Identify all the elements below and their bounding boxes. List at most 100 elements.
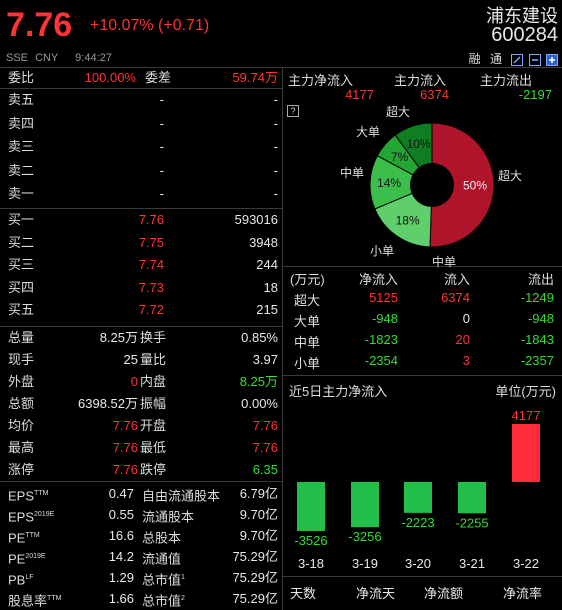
fundamental-label-text: EPS xyxy=(8,509,35,525)
plus-icon[interactable] xyxy=(546,53,558,66)
flow-row-out: -1249 xyxy=(520,290,554,305)
through-badge[interactable]: 通 xyxy=(490,52,502,66)
help-icon[interactable]: ? xyxy=(287,105,299,117)
fundamental-label-text: 总市值 xyxy=(142,593,182,609)
flow-row-in: 0 xyxy=(462,311,470,326)
fundamental-label-text: 总股本 xyxy=(142,530,182,546)
header-icons: 融 通 xyxy=(469,50,558,66)
flow-pie-chart: 50%18%14%7%10% 超大 xyxy=(369,122,495,248)
ask-label: 卖四 xyxy=(8,115,35,131)
fundamental-label-sup: 2019E xyxy=(25,553,46,560)
bar xyxy=(512,424,540,482)
stat-value: 7.76 xyxy=(252,440,278,455)
fundamental-label: PE2019E xyxy=(8,546,46,569)
fundamental-label-sup: TTM xyxy=(25,532,40,539)
fundamental-value: 75.29亿 xyxy=(232,570,278,585)
ask-volume: - xyxy=(273,139,278,154)
bottom-tab[interactable]: 净流率 xyxy=(503,583,542,602)
bid-row[interactable]: 买二 7.75 3948 xyxy=(0,232,282,254)
flow-row-out: -1843 xyxy=(520,332,554,347)
stat-label: 开盘 xyxy=(140,418,167,433)
fundamental-value: 75.29亿 xyxy=(232,549,278,564)
exchange: SSE xyxy=(6,52,29,64)
fundamental-value: 1.29 xyxy=(108,570,134,585)
fundamental-label: PETTM xyxy=(8,525,40,548)
bar-value-label: -3526 xyxy=(294,533,327,548)
weibi-value: 100.00% xyxy=(84,70,136,85)
flow-row-name: 大单 xyxy=(294,314,321,329)
bottom-tab[interactable]: 净流额 xyxy=(424,583,463,602)
fundamental-row: PBLF 1.29 总市值1 75.29亿 xyxy=(0,567,282,588)
ask-row[interactable]: 卖三 - - xyxy=(0,136,282,158)
fundamental-row: 股息率TTM 1.66 总市值2 75.29亿 xyxy=(0,588,282,609)
capital-flow-summary: 主力净流入 主力流入 主力流出 4177 6374 -2197 xyxy=(284,68,562,102)
ask-price: - xyxy=(159,115,164,131)
flow-table-col-header: 净流入 xyxy=(358,272,398,287)
ask-row[interactable]: 卖一 - - xyxy=(0,183,282,205)
ask-price: - xyxy=(159,92,164,107)
bar-value-label: -2255 xyxy=(455,515,488,530)
bar xyxy=(351,482,379,528)
fundamental-label-sup: LF xyxy=(25,574,34,581)
stat-value: 0 xyxy=(130,374,138,389)
fundamental-row: PE2019E 14.2 流通值 75.29亿 xyxy=(0,546,282,567)
flow-row-net: 5125 xyxy=(369,290,398,305)
fundamental-value: 6.79亿 xyxy=(239,486,278,501)
ask-row[interactable]: 卖二 - - xyxy=(0,160,282,182)
bottom-tab[interactable]: 净流天 xyxy=(356,583,395,602)
bar-value-label: -2223 xyxy=(401,515,434,530)
ask-label: 卖五 xyxy=(8,92,35,107)
flow-row-in: 3 xyxy=(462,353,470,368)
bar-category-label: 3-22 xyxy=(513,556,539,571)
flow-table-header: (万元) 净流入 流入 流出 xyxy=(0,269,562,287)
fundamental-label-text: 流通值 xyxy=(142,551,182,567)
bar-category-label: 3-21 xyxy=(459,556,485,571)
fundamental-label: EPS2019E xyxy=(8,504,54,527)
pie-label-large: 大单 xyxy=(356,125,381,139)
flow-row-name: 中单 xyxy=(294,335,321,350)
stock-code: 600284 xyxy=(491,24,558,46)
pie-slice-label: 18% xyxy=(396,213,420,227)
net-inflow-bar-chart: -3526 3-18 -3256 3-19 -2223 3-20 -2255 3-21 4177… xyxy=(294,408,540,571)
edit-icon[interactable] xyxy=(511,53,524,66)
pie-label-super-top: 超大 xyxy=(386,105,411,119)
ask-row[interactable]: 卖五 - - xyxy=(0,89,282,111)
bottom-tab[interactable]: 天数 xyxy=(290,583,316,602)
bid-row[interactable]: 买一 7.76 593016 xyxy=(0,209,282,231)
fundamental-label: 流通股本 xyxy=(142,504,194,527)
last-price: 7.76 xyxy=(6,6,73,44)
bar-category-label: 3-18 xyxy=(298,556,324,571)
bar xyxy=(404,482,432,513)
bid-volume: 593016 xyxy=(234,212,278,227)
fundamental-label-text: PB xyxy=(8,572,26,588)
ask-price: - xyxy=(159,186,164,201)
fundamental-value: 14.2 xyxy=(108,549,134,564)
pie-slice-label: 14% xyxy=(377,176,401,190)
fundamental-label: PBLF xyxy=(8,567,34,590)
stat-value: 7.76 xyxy=(112,418,138,433)
bar xyxy=(297,482,325,531)
fundamental-value: 0.47 xyxy=(108,486,134,501)
stat-label: 跌停 xyxy=(140,462,167,477)
fundamental-value: 16.6 xyxy=(108,528,134,543)
ask-price: - xyxy=(159,139,164,154)
price-change: +10.07% (+0.71) xyxy=(90,17,210,34)
flow-row-net: -1823 xyxy=(364,332,398,347)
out-value: -2197 xyxy=(518,87,552,102)
pie-label-super-right: 超大 xyxy=(498,169,523,183)
fundamental-label-text: EPS xyxy=(8,488,35,504)
minus-icon[interactable] xyxy=(528,53,541,66)
fundamental-label-text: 流通股本 xyxy=(142,509,195,525)
ask-volume: - xyxy=(273,186,278,201)
flow-table-row: 大单 -948 0 -948 xyxy=(0,311,562,331)
ask-label: 卖一 xyxy=(8,186,35,201)
ask-row[interactable]: 卖四 - - xyxy=(0,113,282,135)
fundamental-label: EPSTTM xyxy=(8,483,48,506)
fundamental-label-sup: TTM xyxy=(34,490,49,497)
flow-row-name: 超大 xyxy=(294,293,321,308)
flow-row-out: -948 xyxy=(527,311,554,326)
margin-badge[interactable]: 融 xyxy=(469,52,481,66)
bar-category-label: 3-19 xyxy=(352,556,378,571)
ask-volume: - xyxy=(273,92,278,107)
fundamental-value: 1.66 xyxy=(108,591,134,606)
